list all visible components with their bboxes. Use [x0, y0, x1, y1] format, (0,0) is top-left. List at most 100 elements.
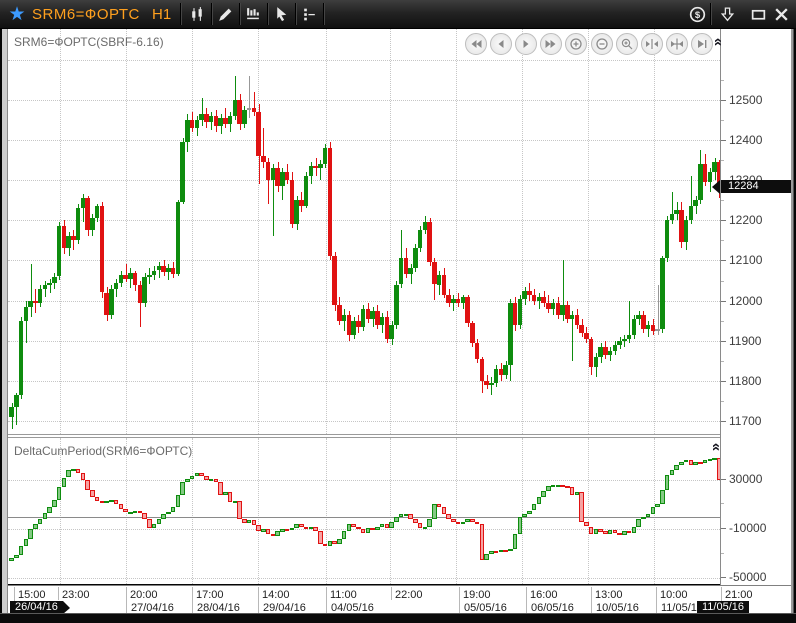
delta-bar — [513, 534, 518, 549]
time-label: 23:00 — [62, 589, 90, 601]
delta-bar — [161, 514, 166, 519]
delta-bar — [290, 528, 295, 531]
timeframe-label[interactable]: H1 — [152, 0, 171, 28]
price-chart-plot[interactable]: SRM6=ФОРТС(SBRF-6.16) — [8, 29, 720, 434]
candle — [320, 160, 321, 180]
candle — [693, 200, 698, 206]
candle — [254, 92, 255, 116]
delta-bar — [541, 491, 546, 497]
delta-bar — [43, 513, 48, 519]
chart-type-icon[interactable] — [184, 2, 210, 26]
delta-bar — [484, 554, 489, 560]
delta-bar — [641, 517, 646, 520]
delta-bar — [9, 558, 14, 561]
candle — [539, 293, 540, 309]
collapse-indicator-button[interactable]: « — [709, 443, 723, 451]
cursor-icon[interactable] — [268, 2, 294, 26]
candle — [152, 271, 157, 275]
indicator-zero-line — [8, 517, 720, 518]
zoom-region-button[interactable] — [616, 33, 638, 55]
candle — [394, 285, 399, 325]
delta-bar — [66, 470, 71, 477]
candle — [622, 339, 627, 341]
candle — [427, 222, 432, 262]
svg-text:$: $ — [694, 9, 700, 20]
delta-bar — [275, 531, 280, 536]
last-price-arrow — [712, 180, 720, 194]
close-window-icon[interactable] — [768, 2, 794, 26]
time-label: 15:00 — [18, 589, 46, 601]
levels-icon[interactable] — [296, 2, 322, 26]
delta-bar — [38, 519, 43, 524]
bottom-frame-edge — [0, 613, 796, 623]
candle — [579, 325, 584, 333]
delta-bar — [636, 519, 641, 526]
candle — [408, 268, 413, 274]
delta-bar — [47, 507, 52, 513]
price-axis-label: 12100 — [729, 253, 762, 267]
delta-bar — [389, 522, 394, 528]
price-axis-label: 12400 — [729, 133, 762, 147]
delta-bar — [157, 519, 162, 524]
candle — [76, 208, 81, 240]
delta-bar — [427, 519, 432, 526]
delta-bar — [24, 539, 29, 546]
candle — [608, 351, 613, 355]
scroll-left-button[interactable] — [490, 33, 512, 55]
candle — [133, 273, 138, 285]
delta-bar — [518, 517, 523, 534]
favorite-star-icon[interactable]: ★ — [4, 0, 30, 28]
scroll-start-button[interactable] — [465, 33, 487, 55]
candle — [159, 262, 160, 278]
candle — [176, 202, 181, 274]
candle — [332, 256, 337, 304]
candle — [195, 120, 200, 128]
download-arrow-icon[interactable] — [714, 2, 740, 26]
goto-latest-button[interactable] — [691, 33, 713, 55]
delta-bar — [237, 501, 242, 519]
indicator-plot[interactable]: DeltaCumPeriod(SRM6=ФОРТС) — [8, 437, 720, 584]
delta-bar — [508, 549, 513, 552]
right-frame-edge — [791, 29, 794, 613]
candle — [411, 264, 412, 284]
candle — [617, 341, 622, 345]
title-bar[interactable]: ★ SRM6=ФОРТС H1 $ — [0, 0, 796, 29]
compress-horizontal-button[interactable] — [641, 33, 663, 55]
candle — [168, 264, 169, 280]
candle — [180, 142, 185, 202]
dollar-icon[interactable]: $ — [684, 2, 710, 26]
candle — [285, 172, 290, 180]
candle — [9, 407, 14, 417]
delta-bar — [579, 492, 584, 521]
candle — [228, 116, 233, 124]
candle — [142, 277, 147, 303]
candle — [109, 289, 114, 315]
delta-bar — [337, 539, 342, 544]
candle — [655, 329, 660, 331]
candle — [491, 377, 492, 395]
delta-bar — [651, 507, 656, 514]
compress-vertical-button[interactable] — [666, 33, 688, 55]
price-axis-label: 11800 — [729, 374, 761, 388]
candle — [256, 112, 261, 156]
delta-bar — [85, 480, 90, 490]
candle — [670, 214, 675, 220]
candle — [52, 277, 57, 283]
draw-pencil-icon[interactable] — [212, 2, 238, 26]
time-label: 22:00 — [395, 589, 423, 601]
delta-bar — [176, 495, 181, 507]
collapse-chart-button[interactable]: « — [711, 38, 725, 46]
time-axis[interactable]: 15:0026/04/1623:0020:0027/04/1617:0028/0… — [8, 585, 791, 614]
candle — [413, 248, 418, 268]
last-price-badge: 12284 — [721, 180, 792, 193]
time-label: 17:00 — [196, 589, 224, 601]
candle — [594, 357, 599, 367]
candle — [14, 395, 19, 407]
price-axis-label: 11900 — [729, 334, 761, 348]
candle — [19, 321, 24, 395]
delta-bar — [90, 490, 95, 497]
zoom-out-button[interactable] — [591, 33, 613, 55]
price-axis[interactable]: 1250012400123001220012100120001190011800… — [720, 29, 792, 585]
delta-bar — [180, 482, 185, 494]
volume-profile-icon[interactable] — [240, 2, 266, 26]
